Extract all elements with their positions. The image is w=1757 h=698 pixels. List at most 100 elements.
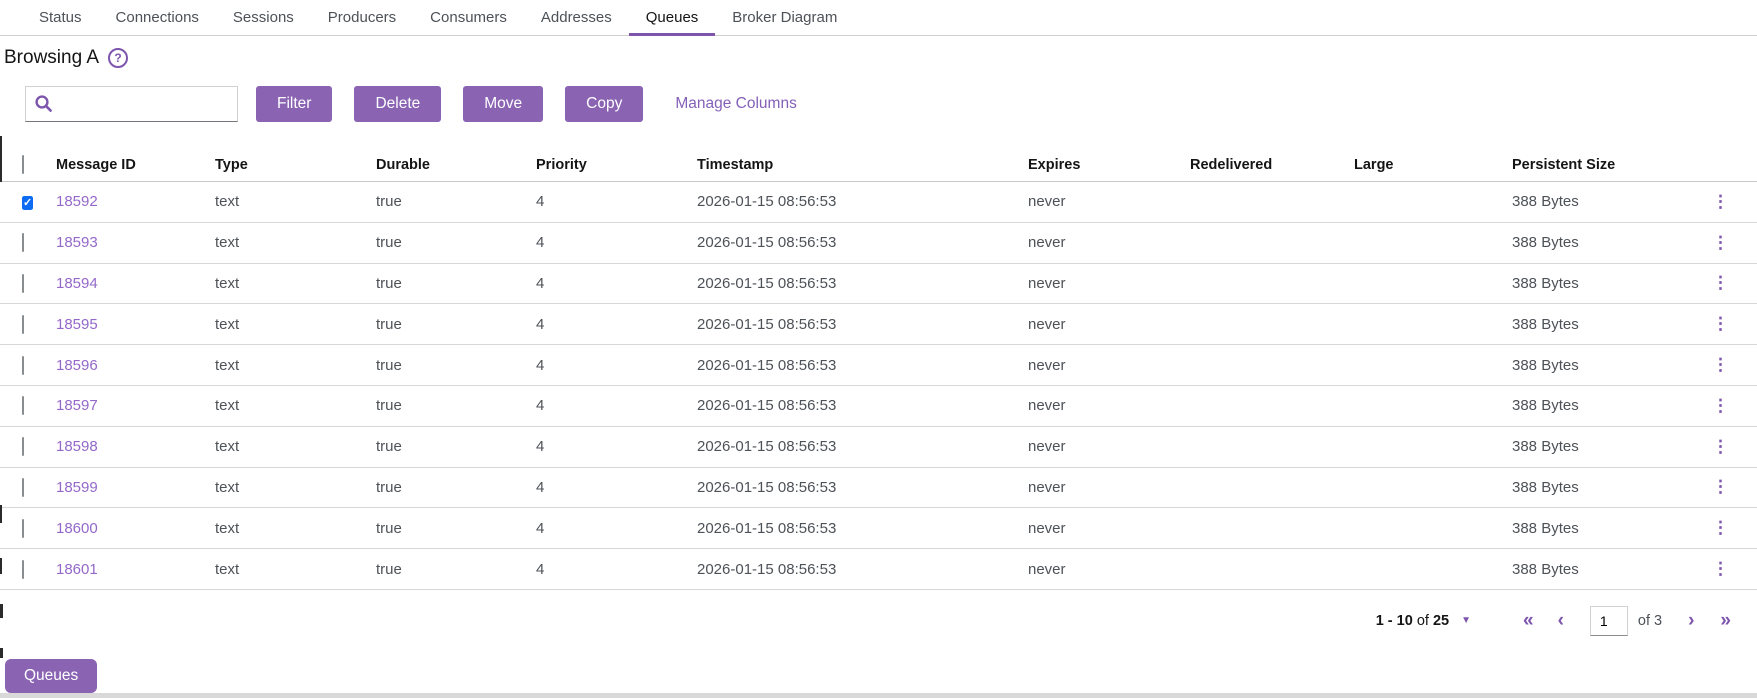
cell-timestamp: 2026-01-15 08:56:53	[697, 274, 837, 292]
cell-timestamp: 2026-01-15 08:56:53	[697, 356, 837, 374]
tab-connections[interactable]: Connections	[99, 0, 216, 36]
tab-queues[interactable]: Queues	[628, 0, 716, 36]
cell-timestamp: 2026-01-15 08:56:53	[697, 315, 837, 333]
cell-persistent-size: 388 Bytes	[1512, 519, 1579, 537]
cell-expires: never	[1028, 315, 1066, 333]
kebab-menu-icon[interactable]: ⋮	[1706, 273, 1735, 293]
cell-durable: true	[376, 560, 402, 578]
cell-type: text	[215, 274, 240, 292]
cell-persistent-size: 388 Bytes	[1512, 193, 1579, 211]
cell-expires: never	[1028, 234, 1066, 252]
next-page-button[interactable]: ›	[1688, 611, 1694, 630]
row-checkbox[interactable]: ✓	[22, 196, 34, 211]
row-checkbox[interactable]	[22, 477, 24, 497]
header-checkbox-cell	[22, 154, 56, 174]
row-checkbox[interactable]	[22, 273, 24, 293]
message-id-link[interactable]: 18596	[56, 357, 215, 374]
last-page-button[interactable]: »	[1720, 611, 1731, 630]
kebab-menu-icon[interactable]: ⋮	[1706, 559, 1735, 579]
cell-persistent-size: 388 Bytes	[1512, 274, 1579, 292]
row-checkbox-cell	[22, 477, 56, 497]
kebab-menu-icon[interactable]: ⋮	[1706, 314, 1735, 334]
cell-type: text	[215, 519, 240, 537]
cell-type: text	[215, 478, 240, 496]
search-icon	[35, 95, 52, 112]
cell-timestamp: 2026-01-15 08:56:53	[697, 478, 837, 496]
page-count-label: of 3	[1637, 612, 1663, 629]
move-button[interactable]: Move	[463, 86, 544, 122]
kebab-menu-icon[interactable]: ⋮	[1706, 355, 1735, 375]
copy-button[interactable]: Copy	[565, 86, 644, 122]
edge-artifact	[0, 505, 2, 523]
row-checkbox[interactable]	[22, 518, 24, 538]
prev-page-button[interactable]: ‹	[1558, 611, 1564, 630]
delete-button[interactable]: Delete	[354, 86, 442, 122]
search-input[interactable]	[25, 86, 238, 122]
manage-columns-link[interactable]: Manage Columns	[675, 95, 796, 113]
page-number-input[interactable]	[1589, 605, 1628, 636]
message-id-link[interactable]: 18601	[56, 561, 215, 578]
queues-footer-button[interactable]: Queues	[5, 659, 98, 693]
tab-broker-diagram[interactable]: Broker Diagram	[715, 0, 854, 36]
message-id-link[interactable]: 18597	[56, 397, 215, 414]
column-header-timestamp: Timestamp	[697, 156, 774, 173]
cell-timestamp: 2026-01-15 08:56:53	[697, 519, 837, 537]
message-id-link[interactable]: 18592	[56, 193, 215, 210]
cell-priority: 4	[536, 274, 545, 292]
cell-timestamp: 2026-01-15 08:56:53	[697, 397, 837, 415]
column-header-large: Large	[1354, 156, 1394, 173]
message-id-link[interactable]: 18595	[56, 316, 215, 333]
message-id-link[interactable]: 18593	[56, 234, 215, 251]
toolbar-buttons: Filter Delete Move Copy	[238, 86, 644, 122]
cell-durable: true	[376, 234, 402, 252]
row-checkbox[interactable]	[22, 233, 24, 253]
row-checkbox[interactable]	[22, 437, 24, 457]
help-icon[interactable]: ?	[108, 48, 129, 68]
table-row: ✓ 18592 text true 4 2026-01-15 08:56:53 never 3…	[0, 182, 1757, 223]
message-id-link[interactable]: 18594	[56, 275, 215, 292]
cell-type: text	[215, 560, 240, 578]
row-checkbox-cell	[22, 273, 56, 293]
tab-addresses[interactable]: Addresses	[524, 0, 629, 36]
first-page-button[interactable]: «	[1523, 611, 1534, 630]
column-header-expires: Expires	[1028, 156, 1081, 173]
row-checkbox[interactable]	[22, 355, 24, 375]
select-all-checkbox[interactable]	[22, 154, 24, 174]
cell-persistent-size: 388 Bytes	[1512, 478, 1579, 496]
row-checkbox[interactable]	[22, 314, 24, 334]
tab-status[interactable]: Status	[22, 0, 99, 36]
cell-expires: never	[1028, 478, 1066, 496]
cell-durable: true	[376, 519, 402, 537]
message-id-link[interactable]: 18598	[56, 438, 215, 455]
cell-priority: 4	[536, 193, 545, 211]
table-row: 18601 text true 4 2026-01-15 08:56:53 never 38…	[0, 549, 1757, 590]
kebab-menu-icon[interactable]: ⋮	[1706, 192, 1735, 212]
pagination-range[interactable]: 1 - 10 of 25	[1376, 613, 1449, 629]
tab-sessions[interactable]: Sessions	[216, 0, 311, 36]
cell-priority: 4	[536, 519, 545, 537]
kebab-menu-icon[interactable]: ⋮	[1706, 518, 1735, 538]
row-checkbox-cell: ✓	[22, 193, 56, 211]
cell-timestamp: 2026-01-15 08:56:53	[697, 193, 837, 211]
message-id-link[interactable]: 18600	[56, 520, 215, 537]
tab-producers[interactable]: Producers	[311, 0, 413, 36]
message-id-link[interactable]: 18599	[56, 479, 215, 496]
kebab-menu-icon[interactable]: ⋮	[1706, 396, 1735, 416]
pagination: 1 - 10 of 25 ▼ « ‹ of 3 › »	[0, 605, 1757, 636]
row-checkbox[interactable]	[22, 396, 24, 416]
column-header-durable: Durable	[376, 156, 430, 173]
kebab-menu-icon[interactable]: ⋮	[1706, 233, 1735, 253]
cell-type: text	[215, 356, 240, 374]
cell-durable: true	[376, 438, 402, 456]
row-checkbox-cell	[22, 355, 56, 375]
filter-button[interactable]: Filter	[256, 86, 333, 122]
kebab-menu-icon[interactable]: ⋮	[1706, 477, 1735, 497]
cell-priority: 4	[536, 234, 545, 252]
cell-timestamp: 2026-01-15 08:56:53	[697, 234, 837, 252]
cell-persistent-size: 388 Bytes	[1512, 356, 1579, 374]
kebab-menu-icon[interactable]: ⋮	[1706, 437, 1735, 457]
chevron-down-icon[interactable]: ▼	[1461, 615, 1471, 626]
edge-artifact	[0, 648, 3, 658]
row-checkbox[interactable]	[22, 559, 24, 579]
tab-consumers[interactable]: Consumers	[413, 0, 524, 36]
